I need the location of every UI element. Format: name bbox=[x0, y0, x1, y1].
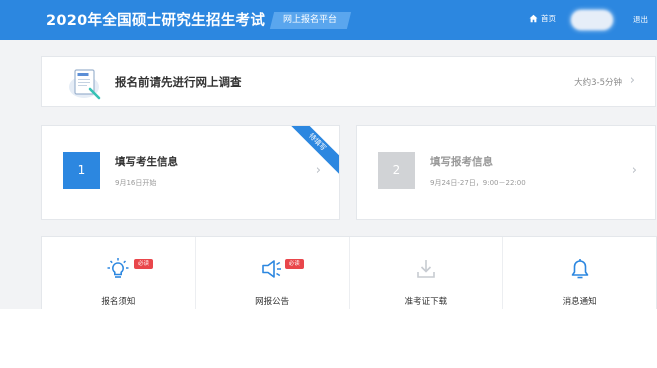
site-title: 2020年全国硕士研究生招生考试 bbox=[46, 13, 266, 29]
survey-title: 报名前请先进行网上调查 bbox=[115, 75, 242, 89]
link-label: 准考证下载 bbox=[404, 297, 448, 307]
home-link[interactable]: 首页 bbox=[529, 13, 556, 24]
link-registration-notice[interactable]: 必读 报名须知 bbox=[42, 237, 196, 309]
quick-links: 必读 报名须知 必读 网报公告 准考证下载 消息通知 bbox=[41, 236, 657, 309]
lightbulb-icon bbox=[107, 258, 129, 278]
megaphone-icon bbox=[262, 260, 282, 278]
link-message-notifications[interactable]: 消息通知 bbox=[503, 237, 656, 309]
link-admission-ticket-download[interactable]: 准考证下载 bbox=[350, 237, 504, 309]
status-ribbon: 待填写 bbox=[281, 126, 339, 179]
platform-tag: 网上报名平台 bbox=[269, 12, 352, 29]
survey-time-hint: 大约3-5分钟 bbox=[574, 78, 622, 88]
chevron-right-icon: › bbox=[315, 163, 321, 178]
step-card-fill-candidate-info[interactable]: 1 填写考生信息 9月16日开始 待填写 › bbox=[41, 125, 340, 220]
user-avatar[interactable] bbox=[571, 10, 613, 30]
step-number: 2 bbox=[378, 152, 415, 189]
home-label: 首页 bbox=[541, 14, 556, 23]
step-date: 9月24日-27日，9:00－22:00 bbox=[430, 179, 526, 187]
link-announcements[interactable]: 必读 网报公告 bbox=[196, 237, 350, 309]
download-icon bbox=[417, 260, 435, 278]
survey-doc-icon bbox=[69, 69, 101, 100]
survey-banner[interactable]: 报名前请先进行网上调查 大约3-5分钟 › bbox=[41, 56, 656, 107]
home-icon bbox=[529, 14, 538, 23]
link-label: 网报公告 bbox=[255, 297, 290, 307]
logout-link[interactable]: 退出 bbox=[633, 14, 648, 25]
chevron-right-icon: › bbox=[631, 163, 637, 178]
page: 2020年全国硕士研究生招生考试 网上报名平台 首页 退出 报名前请先进行网上调… bbox=[0, 0, 657, 368]
bell-icon bbox=[571, 259, 588, 279]
required-badge: 必读 bbox=[134, 259, 154, 269]
viewport: 2020年全国硕士研究生招生考试 网上报名平台 首页 退出 报名前请先进行网上调… bbox=[0, 0, 657, 309]
step-title: 填写报考信息 bbox=[430, 156, 493, 168]
chevron-right-icon: › bbox=[629, 73, 635, 88]
step-card-fill-application-info[interactable]: 2 填写报考信息 9月24日-27日，9:00－22:00 › bbox=[356, 125, 656, 220]
step-title: 填写考生信息 bbox=[115, 156, 178, 168]
step-number: 1 bbox=[63, 152, 100, 189]
platform-tag-label: 网上报名平台 bbox=[283, 15, 338, 25]
top-header: 2020年全国硕士研究生招生考试 网上报名平台 首页 退出 bbox=[0, 0, 657, 40]
link-label: 消息通知 bbox=[562, 297, 597, 307]
step-date: 9月16日开始 bbox=[115, 179, 157, 187]
required-badge: 必读 bbox=[284, 259, 304, 269]
link-label: 报名须知 bbox=[101, 297, 136, 307]
